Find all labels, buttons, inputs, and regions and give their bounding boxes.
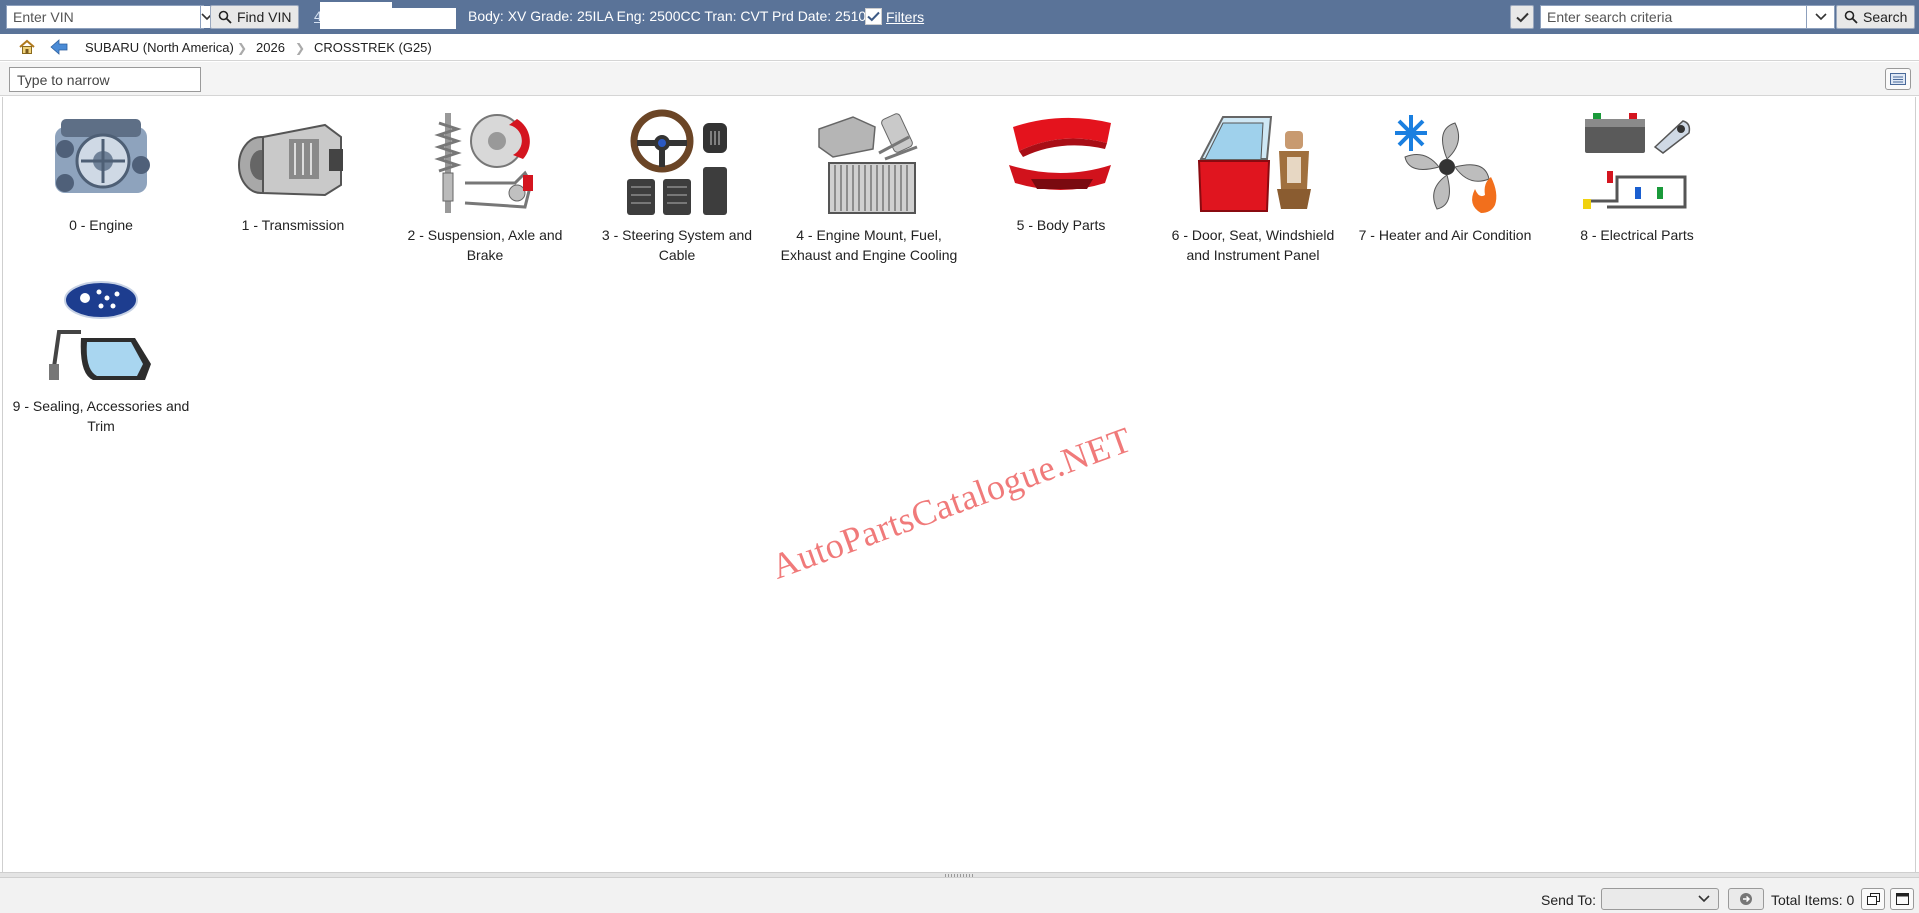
category-tile[interactable]: 3 - Steering System and Cable bbox=[583, 109, 771, 265]
list-view-icon bbox=[1890, 73, 1906, 85]
category-tile[interactable]: 8 - Electrical Parts bbox=[1543, 109, 1731, 245]
category-tile[interactable]: 5 - Body Parts bbox=[967, 109, 1155, 235]
chevron-down-icon bbox=[1698, 891, 1710, 906]
find-vin-button[interactable]: Find VIN bbox=[210, 5, 300, 29]
breadcrumb-item[interactable]: CROSSTREK (G25) bbox=[314, 40, 432, 55]
search-icon bbox=[218, 10, 232, 24]
restore-window-button[interactable] bbox=[1861, 888, 1885, 910]
category-label: 8 - Electrical Parts bbox=[1580, 227, 1694, 243]
category-label: 9 - Sealing, Accessories and Trim bbox=[12, 398, 190, 434]
redaction-block bbox=[320, 8, 456, 29]
category-label: 2 - Suspension, Axle and Brake bbox=[407, 227, 563, 263]
chevron-down-icon[interactable] bbox=[1806, 6, 1834, 28]
home-icon[interactable] bbox=[18, 39, 36, 58]
vin-combobox[interactable] bbox=[6, 5, 213, 29]
filters-checkbox[interactable] bbox=[865, 8, 882, 25]
category-tile[interactable]: 9 - Sealing, Accessories and Trim bbox=[7, 280, 195, 436]
breadcrumb-item[interactable]: SUBARU (North America) bbox=[85, 40, 234, 55]
steering-wheel-icon bbox=[627, 109, 727, 215]
send-go-button[interactable] bbox=[1728, 888, 1764, 910]
category-tile[interactable]: 6 - Door, Seat, Windshield and Instrumen… bbox=[1159, 109, 1347, 265]
category-tile[interactable]: 2 - Suspension, Axle and Brake bbox=[391, 109, 579, 265]
subaru-logo-mirror-icon bbox=[49, 281, 151, 380]
body-panels-icon bbox=[1009, 117, 1111, 190]
search-combobox[interactable] bbox=[1540, 5, 1835, 29]
bottom-bar: Send To: Total Items: 0 bbox=[0, 878, 1919, 913]
category-label: 6 - Door, Seat, Windshield and Instrumen… bbox=[1171, 227, 1335, 263]
category-tile[interactable]: 7 - Heater and Air Condition bbox=[1351, 109, 1539, 245]
category-label: 5 - Body Parts bbox=[1016, 217, 1106, 233]
breadcrumb-item[interactable]: 2026 bbox=[256, 40, 285, 55]
maximize-icon bbox=[1895, 893, 1909, 905]
back-arrow-icon[interactable] bbox=[50, 39, 68, 58]
chevron-right-icon: ❯ bbox=[295, 41, 306, 55]
send-to-label: Send To: bbox=[1541, 892, 1597, 908]
filters-link[interactable]: Filters bbox=[886, 9, 924, 25]
vin-input[interactable] bbox=[7, 6, 200, 28]
top-toolbar: Find VIN 4 Body: XV Grade: 25ILA Eng: 25… bbox=[0, 0, 1919, 34]
view-toggle-button[interactable] bbox=[1885, 68, 1911, 90]
category-grid: 0 - Engine 1 - Transmission 2 - Suspensi… bbox=[2, 97, 1916, 872]
vin-info-text: Body: XV Grade: 25ILA Eng: 2500CC Tran: … bbox=[468, 8, 867, 24]
grip-icon bbox=[945, 874, 975, 877]
search-input[interactable] bbox=[1541, 6, 1806, 28]
category-label: 3 - Steering System and Cable bbox=[601, 227, 753, 263]
category-label: 4 - Engine Mount, Fuel, Exhaust and Engi… bbox=[780, 227, 958, 263]
radiator-exhaust-icon bbox=[818, 113, 918, 214]
search-icon bbox=[1844, 10, 1858, 24]
category-label: 7 - Heater and Air Condition bbox=[1358, 227, 1532, 243]
fan-snowflake-flame-icon bbox=[1395, 115, 1497, 213]
confirm-check-button[interactable] bbox=[1510, 5, 1534, 29]
transmission-icon bbox=[238, 123, 343, 197]
category-tile[interactable]: 4 - Engine Mount, Fuel, Exhaust and Engi… bbox=[775, 109, 963, 265]
narrow-input[interactable] bbox=[9, 67, 201, 92]
check-icon bbox=[1515, 12, 1529, 22]
category-tile[interactable]: 1 - Transmission bbox=[199, 109, 387, 235]
watermark: AutoPartsCatalogue.NET bbox=[766, 419, 1137, 587]
restore-icon bbox=[1866, 893, 1880, 905]
maximize-window-button[interactable] bbox=[1890, 888, 1914, 910]
arrow-right-circle-icon bbox=[1740, 893, 1752, 905]
breadcrumb: SUBARU (North America) ❯ 2026 ❯ CROSSTRE… bbox=[0, 34, 1919, 61]
suspension-brake-icon bbox=[434, 113, 533, 213]
battery-wiring-icon bbox=[1583, 113, 1691, 209]
door-seat-icon bbox=[1197, 116, 1311, 212]
send-to-select[interactable] bbox=[1601, 888, 1719, 910]
search-label: Search bbox=[1863, 9, 1908, 25]
search-button[interactable]: Search bbox=[1836, 5, 1916, 29]
total-items: Total Items: 0 bbox=[1771, 892, 1855, 908]
filter-bar bbox=[0, 62, 1919, 96]
engine-icon bbox=[55, 119, 150, 193]
chevron-right-icon: ❯ bbox=[237, 41, 248, 55]
category-tile[interactable]: 0 - Engine bbox=[7, 109, 195, 235]
category-label: 0 - Engine bbox=[69, 217, 133, 233]
category-label: 1 - Transmission bbox=[241, 217, 345, 233]
find-vin-label: Find VIN bbox=[237, 9, 292, 25]
